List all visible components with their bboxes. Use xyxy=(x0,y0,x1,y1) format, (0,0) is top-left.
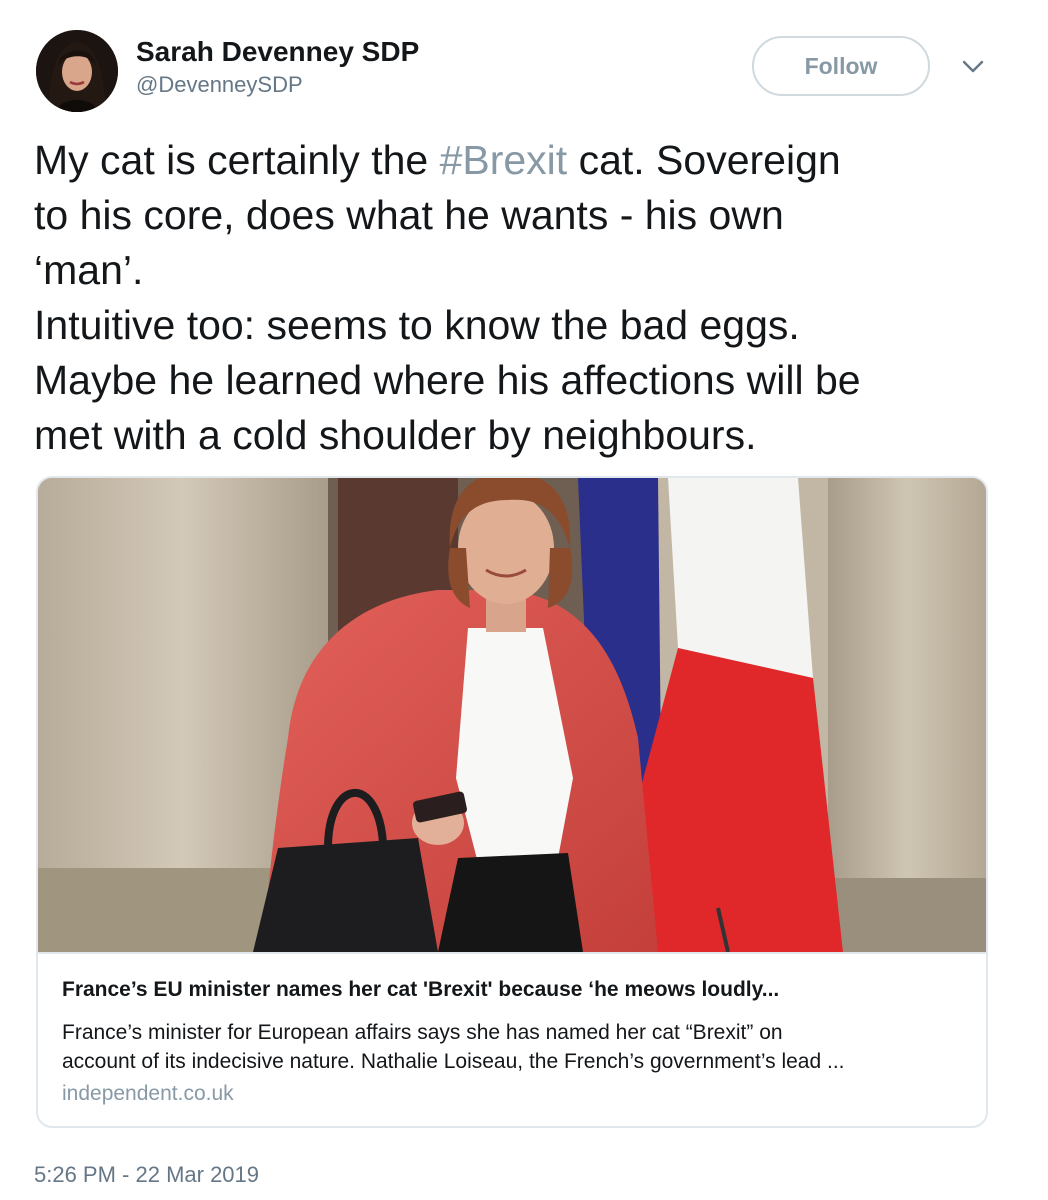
tweet-timestamp[interactable]: 5:26 PM - 22 Mar 2019 xyxy=(34,1162,259,1188)
tweet-line: My cat is certainly the #Brexit cat. Sov… xyxy=(34,133,1024,188)
author-name[interactable]: Sarah Devenney SDP xyxy=(136,36,419,68)
author-handle[interactable]: @DevenneySDP xyxy=(136,72,303,98)
card-description-line: France’s minister for European affairs s… xyxy=(62,1021,783,1044)
chevron-down-icon[interactable] xyxy=(958,54,988,80)
card-description: France’s minister for European affairs s… xyxy=(62,1018,972,1076)
tweet-line: met with a cold shoulder by neighbours. xyxy=(34,412,757,458)
author-avatar[interactable] xyxy=(36,30,118,112)
tweet-line: Maybe he learned where his affections wi… xyxy=(34,357,861,403)
link-preview-card[interactable]: France’s EU minister names her cat 'Brex… xyxy=(36,476,988,1128)
tweet-line: to his core, does what he wants - his ow… xyxy=(34,192,784,238)
tweet-line: ‘man’. xyxy=(34,247,144,293)
card-image[interactable] xyxy=(38,478,986,953)
follow-button[interactable]: Follow xyxy=(752,36,930,96)
tweet-text-segment: My cat is certainly the xyxy=(34,137,440,183)
tweet-text-segment: cat. Sovereign xyxy=(567,137,841,183)
card-domain: independent.co.uk xyxy=(62,1082,234,1105)
card-title[interactable]: France’s EU minister names her cat 'Brex… xyxy=(62,978,962,1002)
card-body[interactable]: France’s EU minister names her cat 'Brex… xyxy=(38,952,986,1126)
tweet-line: Intuitive too: seems to know the bad egg… xyxy=(34,302,800,348)
tweet-text: My cat is certainly the #Brexit cat. Sov… xyxy=(34,133,1024,463)
tweet: Sarah Devenney SDP @DevenneySDP Follow M… xyxy=(0,0,1048,1200)
hashtag-link[interactable]: #Brexit xyxy=(440,137,568,183)
card-description-line: account of its indecisive nature. Nathal… xyxy=(62,1050,845,1073)
